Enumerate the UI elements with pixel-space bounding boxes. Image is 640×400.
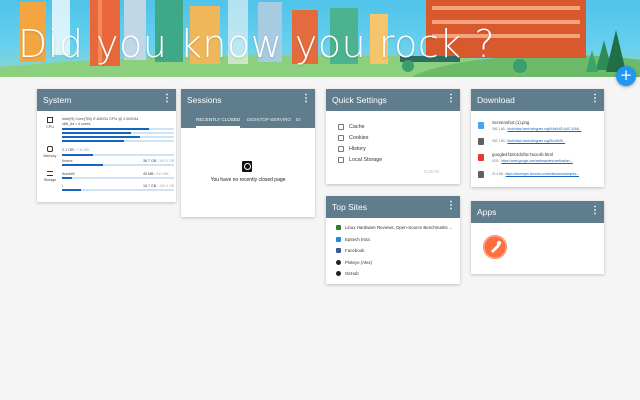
search-page-icon [242, 161, 252, 172]
cpu-icon: CPU [43, 117, 57, 129]
storage-item-value: 16.7 GB / 100.0 GB [143, 184, 175, 188]
quick-settings-title: Quick Settings [332, 95, 387, 105]
tab-device-2[interactable]: DI [296, 111, 301, 128]
apps-menu-icon[interactable]: ⋮ [590, 201, 600, 221]
storage-icon: Storage [43, 171, 57, 182]
system-card-header: System ⋮ [37, 89, 176, 111]
facebook-icon [336, 248, 341, 253]
sessions-menu-icon[interactable]: ⋮ [301, 89, 311, 109]
add-widget-button[interactable]: + [616, 66, 636, 86]
top-sites-menu-icon[interactable]: ⋮ [446, 196, 456, 216]
storage-item-value: 36.7 GB / 100.0 GB [143, 159, 175, 163]
banner: Did you know you rock ? [0, 0, 640, 77]
download-title: Download [477, 95, 515, 105]
cpu-model: Intel(R) Core(TM) i7-6500U CPU @ 2.50GHz [62, 117, 139, 121]
quick-settings-menu-icon[interactable]: ⋮ [446, 89, 456, 109]
storage-item-name: / [62, 184, 64, 188]
download-card: Download ⋮ Screenshot (1).png 306.1 kB -… [471, 89, 604, 187]
sessions-card: Sessions ⋮ RECENTLY CLOSED DESKTOP-SERVI… [181, 89, 315, 217]
apps-title: Apps [477, 207, 497, 217]
apps-header: Apps ⋮ [471, 201, 604, 223]
storage-bar [62, 177, 174, 180]
storage-bar [62, 164, 174, 167]
cpu-arch: x86_64 • 4 cores [62, 122, 91, 126]
download-header: Download ⋮ [471, 89, 604, 111]
sessions-card-title: Sessions [187, 95, 222, 105]
memory-label: Memory [43, 154, 57, 158]
top-sites-card: Top Sites ⋮ Linux Hardware Reviews, Open… [326, 196, 460, 284]
tab-recently-closed[interactable]: RECENTLY CLOSED [196, 111, 241, 128]
sessions-empty-message: You have no recently closed page [210, 177, 286, 183]
cpu-bar-1 [62, 128, 174, 131]
file-icon [478, 138, 484, 145]
github-icon [336, 260, 341, 265]
sessions-tabs: RECENTLY CLOSED DESKTOP-SERVIRO DI [181, 111, 315, 128]
system-card-title: System [43, 95, 72, 105]
quick-settings-card: Quick Settings ⋮ Cache Cookies History L… [326, 89, 460, 184]
cpu-bar-4 [62, 140, 174, 143]
cpu-bar-2 [62, 132, 174, 135]
top-sites-header: Top Sites ⋮ [326, 196, 460, 218]
postman-icon[interactable] [483, 235, 507, 259]
github-icon [336, 271, 341, 276]
apps-card: Apps ⋮ [471, 201, 604, 274]
system-card: System ⋮ CPU Intel(R) Core(TM) i7-6500U … [37, 89, 176, 202]
sessions-card-header: Sessions ⋮ [181, 89, 315, 111]
epitech-icon [336, 237, 341, 242]
phoronix-icon [336, 225, 341, 230]
image-file-icon [478, 122, 484, 129]
download-menu-icon[interactable]: ⋮ [590, 89, 600, 109]
storage-label: Storage [43, 178, 57, 182]
memory-bar [62, 154, 174, 157]
banner-title: Did you know you rock ? [18, 22, 495, 66]
storage-bar [62, 189, 174, 192]
cpu-label: CPU [46, 125, 54, 129]
download-item[interactable]: 21.4 kB - https://developer.chrome.com/e… [477, 168, 601, 190]
memory-icon: Memory [43, 146, 57, 158]
html-file-icon [478, 154, 484, 161]
file-icon [478, 171, 484, 178]
storage-item-name: /home [62, 159, 73, 163]
cpu-row: CPU Intel(R) Core(TM) i7-6500U CPU @ 2.5… [43, 117, 174, 147]
storage-item-name: /bootefi [62, 172, 75, 176]
memory-usage: 2.1 GB / 7.6 GB [62, 148, 89, 152]
quick-settings-header: Quick Settings ⋮ [326, 89, 460, 111]
tab-device[interactable]: DESKTOP-SERVIRO [247, 111, 291, 128]
system-menu-icon[interactable]: ⋮ [162, 89, 172, 109]
clear-button[interactable]: CLEAR [424, 169, 439, 174]
storage-item-value: 45 MB / 511 MB [143, 172, 169, 176]
top-sites-title: Top Sites [332, 202, 367, 212]
cpu-bar-3 [62, 136, 174, 139]
storage-row: Storage /home 36.7 GB / 100.0 GB /bootef… [43, 159, 175, 199]
